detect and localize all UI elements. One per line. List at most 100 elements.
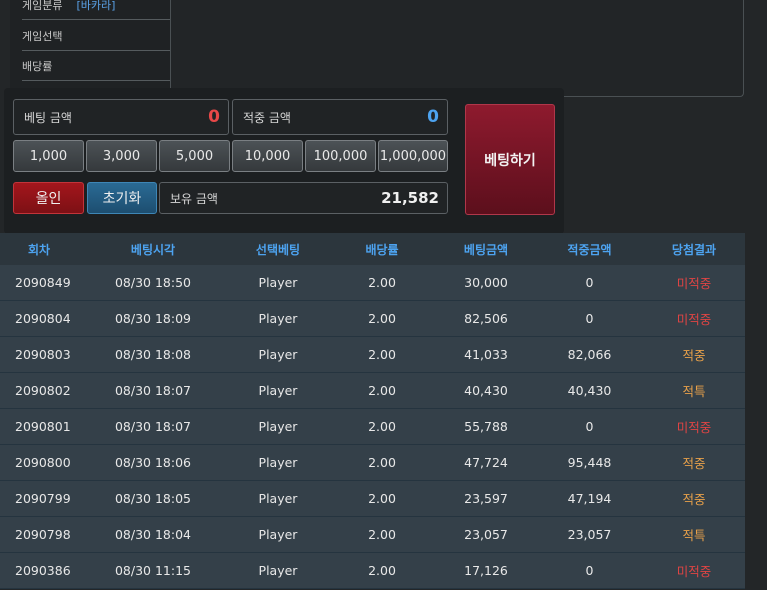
cell-odds: 2.00 <box>368 491 396 506</box>
table-row: 2090849 08/30 18:50 Player 2.00 30,000 0 미적중 <box>0 265 745 301</box>
table-row: 2090799 08/30 18:05 Player 2.00 23,597 47,194… <box>0 481 745 517</box>
cell-bet-amount: 41,033 <box>464 347 508 362</box>
cell-result: 적특 <box>682 384 706 399</box>
cell-odds: 2.00 <box>368 383 396 398</box>
cell-win-amount: 82,066 <box>567 347 612 362</box>
chip-10000-button[interactable]: 10,000 <box>232 140 303 172</box>
cell-result: 미적중 <box>676 312 712 327</box>
cell-bet-time: 08/30 11:15 <box>114 563 192 578</box>
chip-3000-button[interactable]: 3,000 <box>86 140 157 172</box>
cell-result: 적중 <box>682 348 706 363</box>
cell-round: 2090802 <box>15 383 71 398</box>
cell-result: 미적중 <box>676 420 712 435</box>
cell-bet-time: 08/30 18:07 <box>114 383 192 398</box>
table-row: 2090800 08/30 18:06 Player 2.00 47,724 95,448… <box>0 445 745 481</box>
cell-round: 2090386 <box>15 563 71 578</box>
cell-bet-time: 08/30 18:07 <box>114 419 192 434</box>
chip-100000-button[interactable]: 100,000 <box>305 140 376 172</box>
cell-round: 2090799 <box>15 491 71 506</box>
cell-win-amount: 23,057 <box>567 527 612 542</box>
bet-amount-value: 0 <box>208 107 220 127</box>
cell-win-amount: 0 <box>585 275 594 290</box>
bet-amount-label: 베팅 금액 <box>24 110 72 125</box>
header-bet-amount: 베팅금액 <box>463 242 509 257</box>
cell-pick: Player <box>258 383 298 398</box>
cell-round: 2090804 <box>15 311 71 326</box>
cell-bet-time: 08/30 18:50 <box>114 275 192 290</box>
game-display-area <box>170 0 744 97</box>
game-category-value: [바카라] <box>76 0 116 12</box>
balance-value: 21,582 <box>381 189 439 207</box>
table-row: 2090801 08/30 18:07 Player 2.00 55,788 0 미적중 <box>0 409 745 445</box>
cell-bet-time: 08/30 18:06 <box>114 455 192 470</box>
odds-row: 배당률 <box>22 51 170 81</box>
table-row: 2090803 08/30 18:08 Player 2.00 41,033 82,066… <box>0 337 745 373</box>
odds-label: 배당률 <box>22 59 53 73</box>
chip-5000-button[interactable]: 5,000 <box>159 140 230 172</box>
cell-bet-amount: 23,057 <box>464 527 508 542</box>
game-select-label: 게임선택 <box>22 29 63 43</box>
all-in-button[interactable]: 올인 <box>13 182 84 214</box>
cell-odds: 2.00 <box>368 527 396 542</box>
cell-round: 2090849 <box>15 275 71 290</box>
cell-win-amount: 47,194 <box>567 491 612 506</box>
cell-bet-amount: 30,000 <box>464 275 508 290</box>
cell-odds: 2.00 <box>368 311 396 326</box>
cell-result: 적중 <box>682 492 706 507</box>
header-round: 회차 <box>27 242 51 257</box>
table-body: 2090849 08/30 18:50 Player 2.00 30,000 0 미적중 20… <box>0 265 745 589</box>
cell-pick: Player <box>258 347 298 362</box>
cell-pick: Player <box>258 275 298 290</box>
chip-1000000-button[interactable]: 1,000,000 <box>378 140 448 172</box>
bet-amount-field: 베팅 금액 0 <box>13 99 229 135</box>
table-row: 2090804 08/30 18:09 Player 2.00 82,506 0 미적중 <box>0 301 745 337</box>
cell-win-amount: 0 <box>585 563 594 578</box>
cell-win-amount: 0 <box>585 311 594 326</box>
cell-bet-time: 08/30 18:09 <box>114 311 192 326</box>
cell-win-amount: 95,448 <box>567 455 612 470</box>
cell-pick: Player <box>258 419 298 434</box>
game-info-panel: 게임분류 [바카라] 게임선택 배당률 <box>10 0 170 88</box>
cell-bet-amount: 82,506 <box>464 311 508 326</box>
cell-round: 2090798 <box>15 527 71 542</box>
cell-pick: Player <box>258 455 298 470</box>
cell-result: 적특 <box>682 528 706 543</box>
cell-pick: Player <box>258 491 298 506</box>
balance-field: 보유 금액 21,582 <box>159 182 448 214</box>
place-bet-button[interactable]: 베팅하기 <box>465 104 555 215</box>
cell-bet-amount: 55,788 <box>464 419 508 434</box>
cell-result: 미적중 <box>676 564 712 579</box>
cell-bet-time: 08/30 18:05 <box>114 491 192 506</box>
header-result: 당첨결과 <box>671 242 717 257</box>
cell-win-amount: 0 <box>585 419 594 434</box>
table-row: 2090802 08/30 18:07 Player 2.00 40,430 40,430… <box>0 373 745 409</box>
cell-pick: Player <box>258 563 298 578</box>
reset-button[interactable]: 초기화 <box>87 182 157 214</box>
table-header: 회차 베팅시각 선택베팅 배당률 베팅금액 적중금액 당첨결과 <box>0 233 745 265</box>
cell-bet-amount: 40,430 <box>464 383 508 398</box>
header-odds: 배당률 <box>365 242 399 257</box>
cell-pick: Player <box>258 527 298 542</box>
cell-bet-time: 08/30 18:08 <box>114 347 192 362</box>
cell-bet-amount: 17,126 <box>464 563 508 578</box>
cell-odds: 2.00 <box>368 563 396 578</box>
game-select-row: 게임선택 <box>22 21 170 51</box>
cell-odds: 2.00 <box>368 347 396 362</box>
header-pick: 선택베팅 <box>255 242 301 257</box>
win-amount-label: 적중 금액 <box>243 110 291 125</box>
cell-result: 적중 <box>682 456 706 471</box>
cell-result: 미적중 <box>676 276 712 291</box>
table-row: 2090798 08/30 18:04 Player 2.00 23,057 23,057… <box>0 517 745 553</box>
balance-label: 보유 금액 <box>170 191 218 206</box>
betting-panel: 베팅 금액 0 적중 금액 0 1,000 3,000 5,000 10,000… <box>4 88 564 234</box>
table-row: 2090386 08/30 11:15 Player 2.00 17,126 0 미적중 <box>0 553 745 589</box>
cell-round: 2090801 <box>15 419 71 434</box>
header-win-amount: 적중금액 <box>567 242 612 257</box>
win-amount-value: 0 <box>427 107 439 127</box>
cell-round: 2090803 <box>15 347 71 362</box>
cell-odds: 2.00 <box>368 455 396 470</box>
cell-bet-amount: 23,597 <box>464 491 508 506</box>
chip-1000-button[interactable]: 1,000 <box>13 140 84 172</box>
game-category-row: 게임분류 [바카라] <box>22 0 170 20</box>
game-category-label: 게임분류 <box>22 0 63 12</box>
